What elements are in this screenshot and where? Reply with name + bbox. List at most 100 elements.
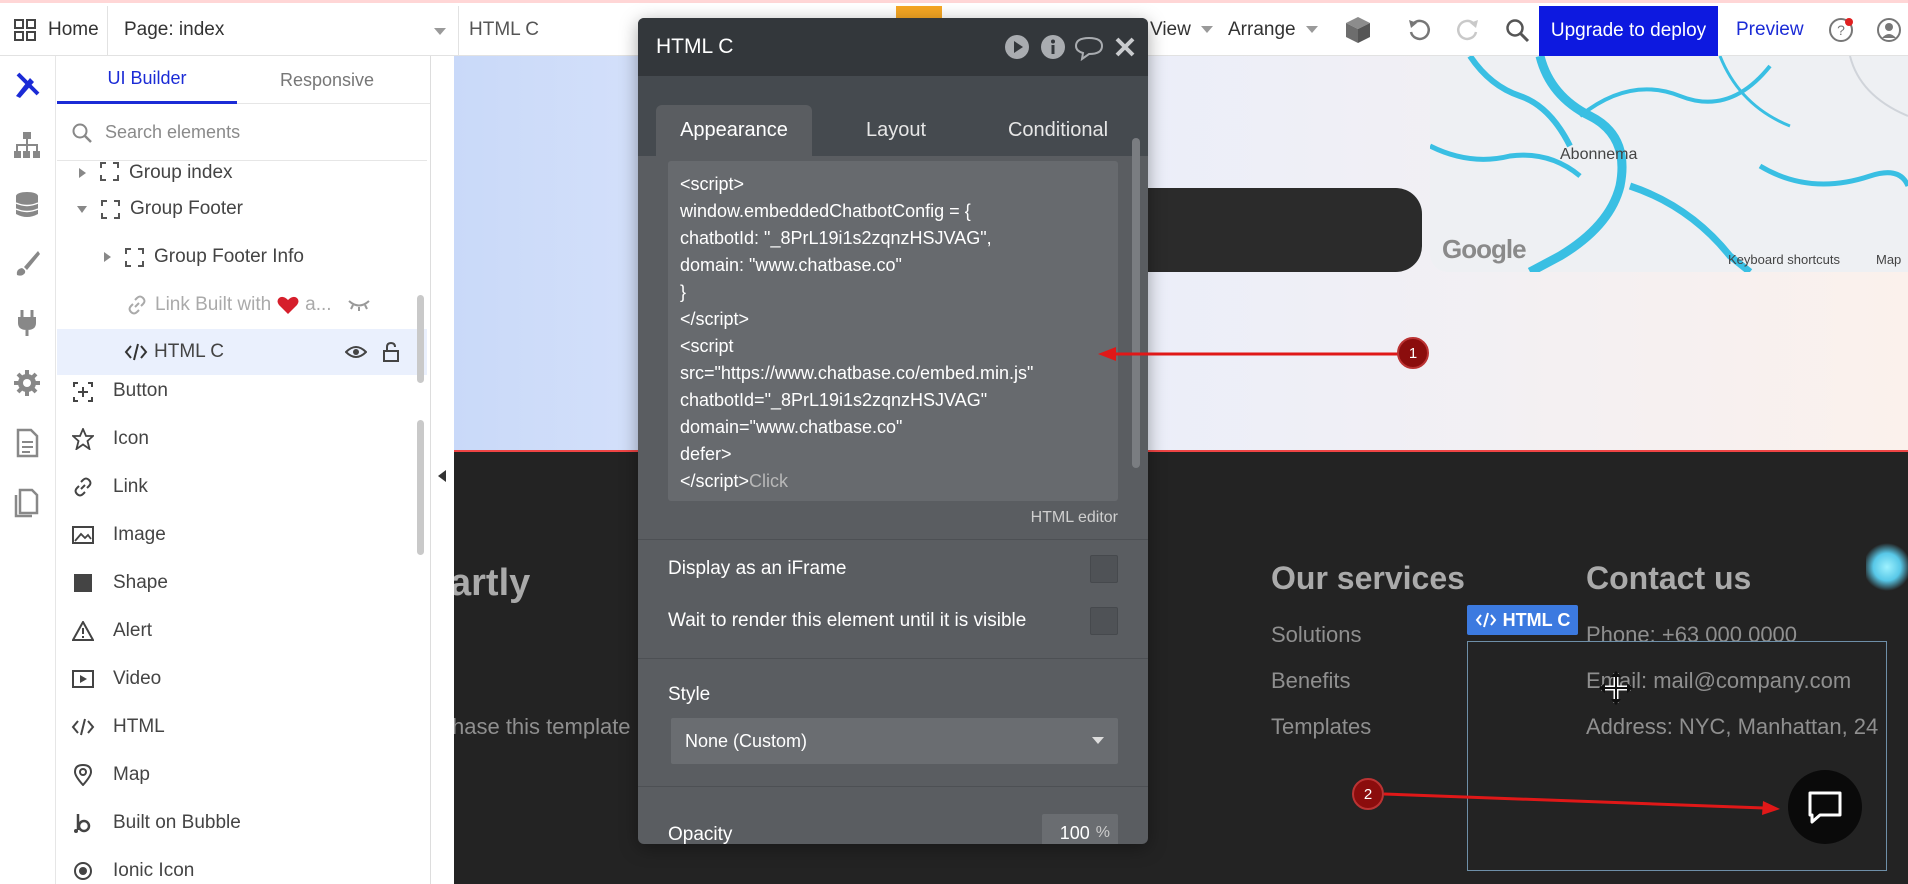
tree-item-label: HTML C [154, 341, 225, 362]
upgrade-to-deploy-button[interactable]: Upgrade to deploy [1539, 6, 1718, 56]
iframe-label: Display as an iFrame [668, 558, 847, 579]
play-icon[interactable] [1004, 34, 1030, 60]
map-pin-icon [71, 763, 95, 787]
plug-icon[interactable] [12, 308, 42, 338]
iframe-checkbox[interactable] [1090, 555, 1118, 583]
link-icon [71, 475, 95, 499]
tab-ui-builder[interactable]: UI Builder [57, 56, 237, 104]
element-selector[interactable]: HTML C [469, 3, 539, 56]
account-button[interactable] [1876, 3, 1902, 56]
service-link-templates[interactable]: Templates [1271, 714, 1371, 740]
arrange-menu[interactable]: Arrange [1228, 3, 1318, 56]
undo-button[interactable] [1406, 3, 1432, 56]
comment-icon[interactable] [1074, 35, 1104, 61]
service-link-solutions[interactable]: Solutions [1271, 622, 1362, 648]
chatbot-launcher-button[interactable] [1788, 770, 1862, 844]
close-icon[interactable] [1114, 36, 1136, 58]
workflow-icon[interactable] [12, 130, 42, 160]
help-button[interactable]: ? [1828, 3, 1854, 56]
map-element[interactable]: Abonnema Google Keyboard shortcuts Map [1430, 56, 1908, 272]
panel-tabs: UI Builder Responsive [57, 56, 430, 104]
tab-appearance[interactable]: Appearance [656, 105, 812, 156]
wait-render-checkbox[interactable] [1090, 607, 1118, 635]
element-image[interactable]: Image [57, 512, 427, 558]
code-line: chatbotId: "_8PrL19i1s2zqnzHSJVAG", [680, 228, 992, 248]
tree-item-group-footer-info[interactable]: Group Footer Info [57, 234, 427, 280]
chevron-down-icon [434, 27, 446, 35]
hidden-eye-icon[interactable] [347, 298, 371, 312]
element-built-on-bubble[interactable]: Built on Bubble [57, 800, 427, 846]
star-icon [71, 427, 95, 451]
logs-icon[interactable] [12, 428, 42, 458]
element-icon[interactable]: Icon [57, 416, 427, 462]
tab-responsive[interactable]: Responsive [237, 56, 417, 104]
move-cursor-icon [1599, 671, 1633, 705]
preview-button[interactable]: Preview [1736, 3, 1804, 56]
map-shortcuts-link[interactable]: Keyboard shortcuts [1728, 252, 1840, 267]
element-label: Icon [113, 428, 149, 449]
opacity-input[interactable]: 100 % [1042, 814, 1118, 844]
templates-icon[interactable] [12, 488, 42, 518]
page-label: Page: index [124, 18, 225, 40]
element-html[interactable]: HTML [57, 704, 427, 750]
tree-item-html-c[interactable]: HTML C [57, 329, 427, 375]
element-alert[interactable]: Alert [57, 608, 427, 654]
service-link-benefits[interactable]: Benefits [1271, 668, 1351, 694]
button-icon [71, 380, 95, 404]
glow-element [1866, 540, 1908, 594]
code-line: </script> [680, 309, 750, 329]
style-dropdown[interactable]: None (Custom) [671, 718, 1118, 764]
database-icon[interactable] [12, 190, 42, 220]
editor-title: HTML C [656, 35, 734, 58]
html-code-editor[interactable]: <script> window.embeddedChatbotConfig = … [668, 161, 1118, 501]
tab-conditional[interactable]: Conditional [978, 105, 1138, 156]
tree-item-link-built-with[interactable]: Link Built with a... [57, 282, 427, 328]
google-logo: Google [1442, 234, 1527, 264]
map-town-label: Abonnema [1560, 146, 1638, 163]
tree-item-group-index[interactable]: Group index [57, 162, 427, 188]
element-map[interactable]: Map [57, 752, 427, 798]
brush-icon[interactable] [12, 248, 42, 278]
collapse-panel-icon[interactable] [438, 470, 446, 482]
code-line: src="https://www.chatbase.co/embed.min.j… [680, 363, 1034, 383]
editor-tabs: Appearance Layout Conditional [638, 76, 1148, 156]
bubble-icon [71, 811, 95, 835]
plugins-button[interactable] [1343, 3, 1373, 56]
code-line: </script> [680, 471, 750, 491]
search-button[interactable] [1504, 3, 1530, 56]
wait-render-label: Wait to render this element until it is … [668, 610, 1027, 631]
chat-bubble-icon [1808, 791, 1842, 824]
element-shape[interactable]: Shape [57, 560, 427, 606]
user-icon [1877, 17, 1901, 42]
group-icon [100, 162, 119, 181]
expand-icon [104, 252, 111, 262]
opacity-unit: % [1095, 824, 1110, 841]
view-menu[interactable]: View [1150, 3, 1213, 56]
element-link[interactable]: Link [57, 464, 427, 510]
redo-button[interactable] [1455, 3, 1481, 56]
selected-element-badge[interactable]: HTML C [1467, 605, 1578, 635]
editor-header[interactable]: HTML C [638, 18, 1148, 76]
tree-item-group-footer[interactable]: Group Footer [57, 186, 427, 232]
element-label: Ionic Icon [113, 860, 195, 881]
home-button[interactable]: Home [14, 3, 99, 56]
lock-icon[interactable] [382, 341, 400, 363]
elements-scrollbar[interactable] [417, 420, 424, 555]
map-data-link[interactable]: Map [1876, 252, 1901, 267]
eye-icon[interactable] [345, 344, 367, 360]
page-selector[interactable]: Page: index [124, 3, 446, 56]
contact-heading: Contact us [1586, 560, 1752, 596]
search-elements-field[interactable]: Search elements [57, 105, 427, 161]
style-value: None (Custom) [685, 730, 808, 751]
editor-scrollbar[interactable] [1132, 138, 1140, 468]
tree-scrollbar[interactable] [417, 295, 424, 383]
shape-icon [71, 571, 95, 595]
element-button[interactable]: Button [57, 380, 427, 406]
video-icon [71, 667, 95, 691]
element-video[interactable]: Video [57, 656, 427, 702]
gear-icon[interactable] [12, 368, 42, 398]
tab-layout[interactable]: Layout [826, 105, 966, 156]
design-tools-icon[interactable] [12, 70, 42, 100]
element-ionic-icon[interactable]: Ionic Icon [57, 848, 427, 884]
info-icon[interactable] [1040, 34, 1066, 60]
